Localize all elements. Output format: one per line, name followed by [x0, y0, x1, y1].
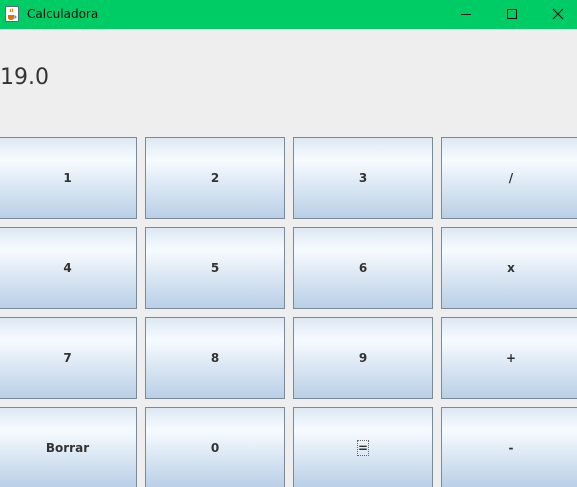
- key-5-button[interactable]: 5: [145, 227, 285, 309]
- key-8-button[interactable]: 8: [145, 317, 285, 399]
- key-3-button[interactable]: 3: [293, 137, 433, 219]
- multiply-button[interactable]: x: [441, 227, 577, 309]
- key-2-button[interactable]: 2: [145, 137, 285, 219]
- equals-button[interactable]: =: [293, 407, 433, 487]
- close-icon: [552, 5, 564, 24]
- divide-button[interactable]: /: [441, 137, 577, 219]
- calculator-window: Calculadora 19.0 1 2 3 / 4 5 6 x 7 8 9 +…: [0, 0, 577, 487]
- minimize-icon: [460, 5, 472, 24]
- title-bar[interactable]: Calculadora: [0, 0, 577, 29]
- equals-label: =: [356, 440, 370, 456]
- maximize-button[interactable]: [489, 0, 535, 29]
- java-cup-icon: [5, 6, 19, 22]
- keypad: 1 2 3 / 4 5 6 x 7 8 9 + Borrar 0 = -: [0, 128, 577, 487]
- key-7-button[interactable]: 7: [0, 317, 137, 399]
- display-panel: 19.0: [0, 29, 577, 129]
- key-0-button[interactable]: 0: [145, 407, 285, 487]
- key-1-button[interactable]: 1: [0, 137, 137, 219]
- close-button[interactable]: [535, 0, 577, 29]
- window-title: Calculadora: [27, 7, 99, 21]
- key-4-button[interactable]: 4: [0, 227, 137, 309]
- clear-button[interactable]: Borrar: [0, 407, 137, 487]
- display-value: 19.0: [0, 65, 49, 90]
- key-6-button[interactable]: 6: [293, 227, 433, 309]
- minimize-button[interactable]: [443, 0, 489, 29]
- plus-button[interactable]: +: [441, 317, 577, 399]
- maximize-icon: [506, 5, 518, 24]
- key-9-button[interactable]: 9: [293, 317, 433, 399]
- minus-button[interactable]: -: [441, 407, 577, 487]
